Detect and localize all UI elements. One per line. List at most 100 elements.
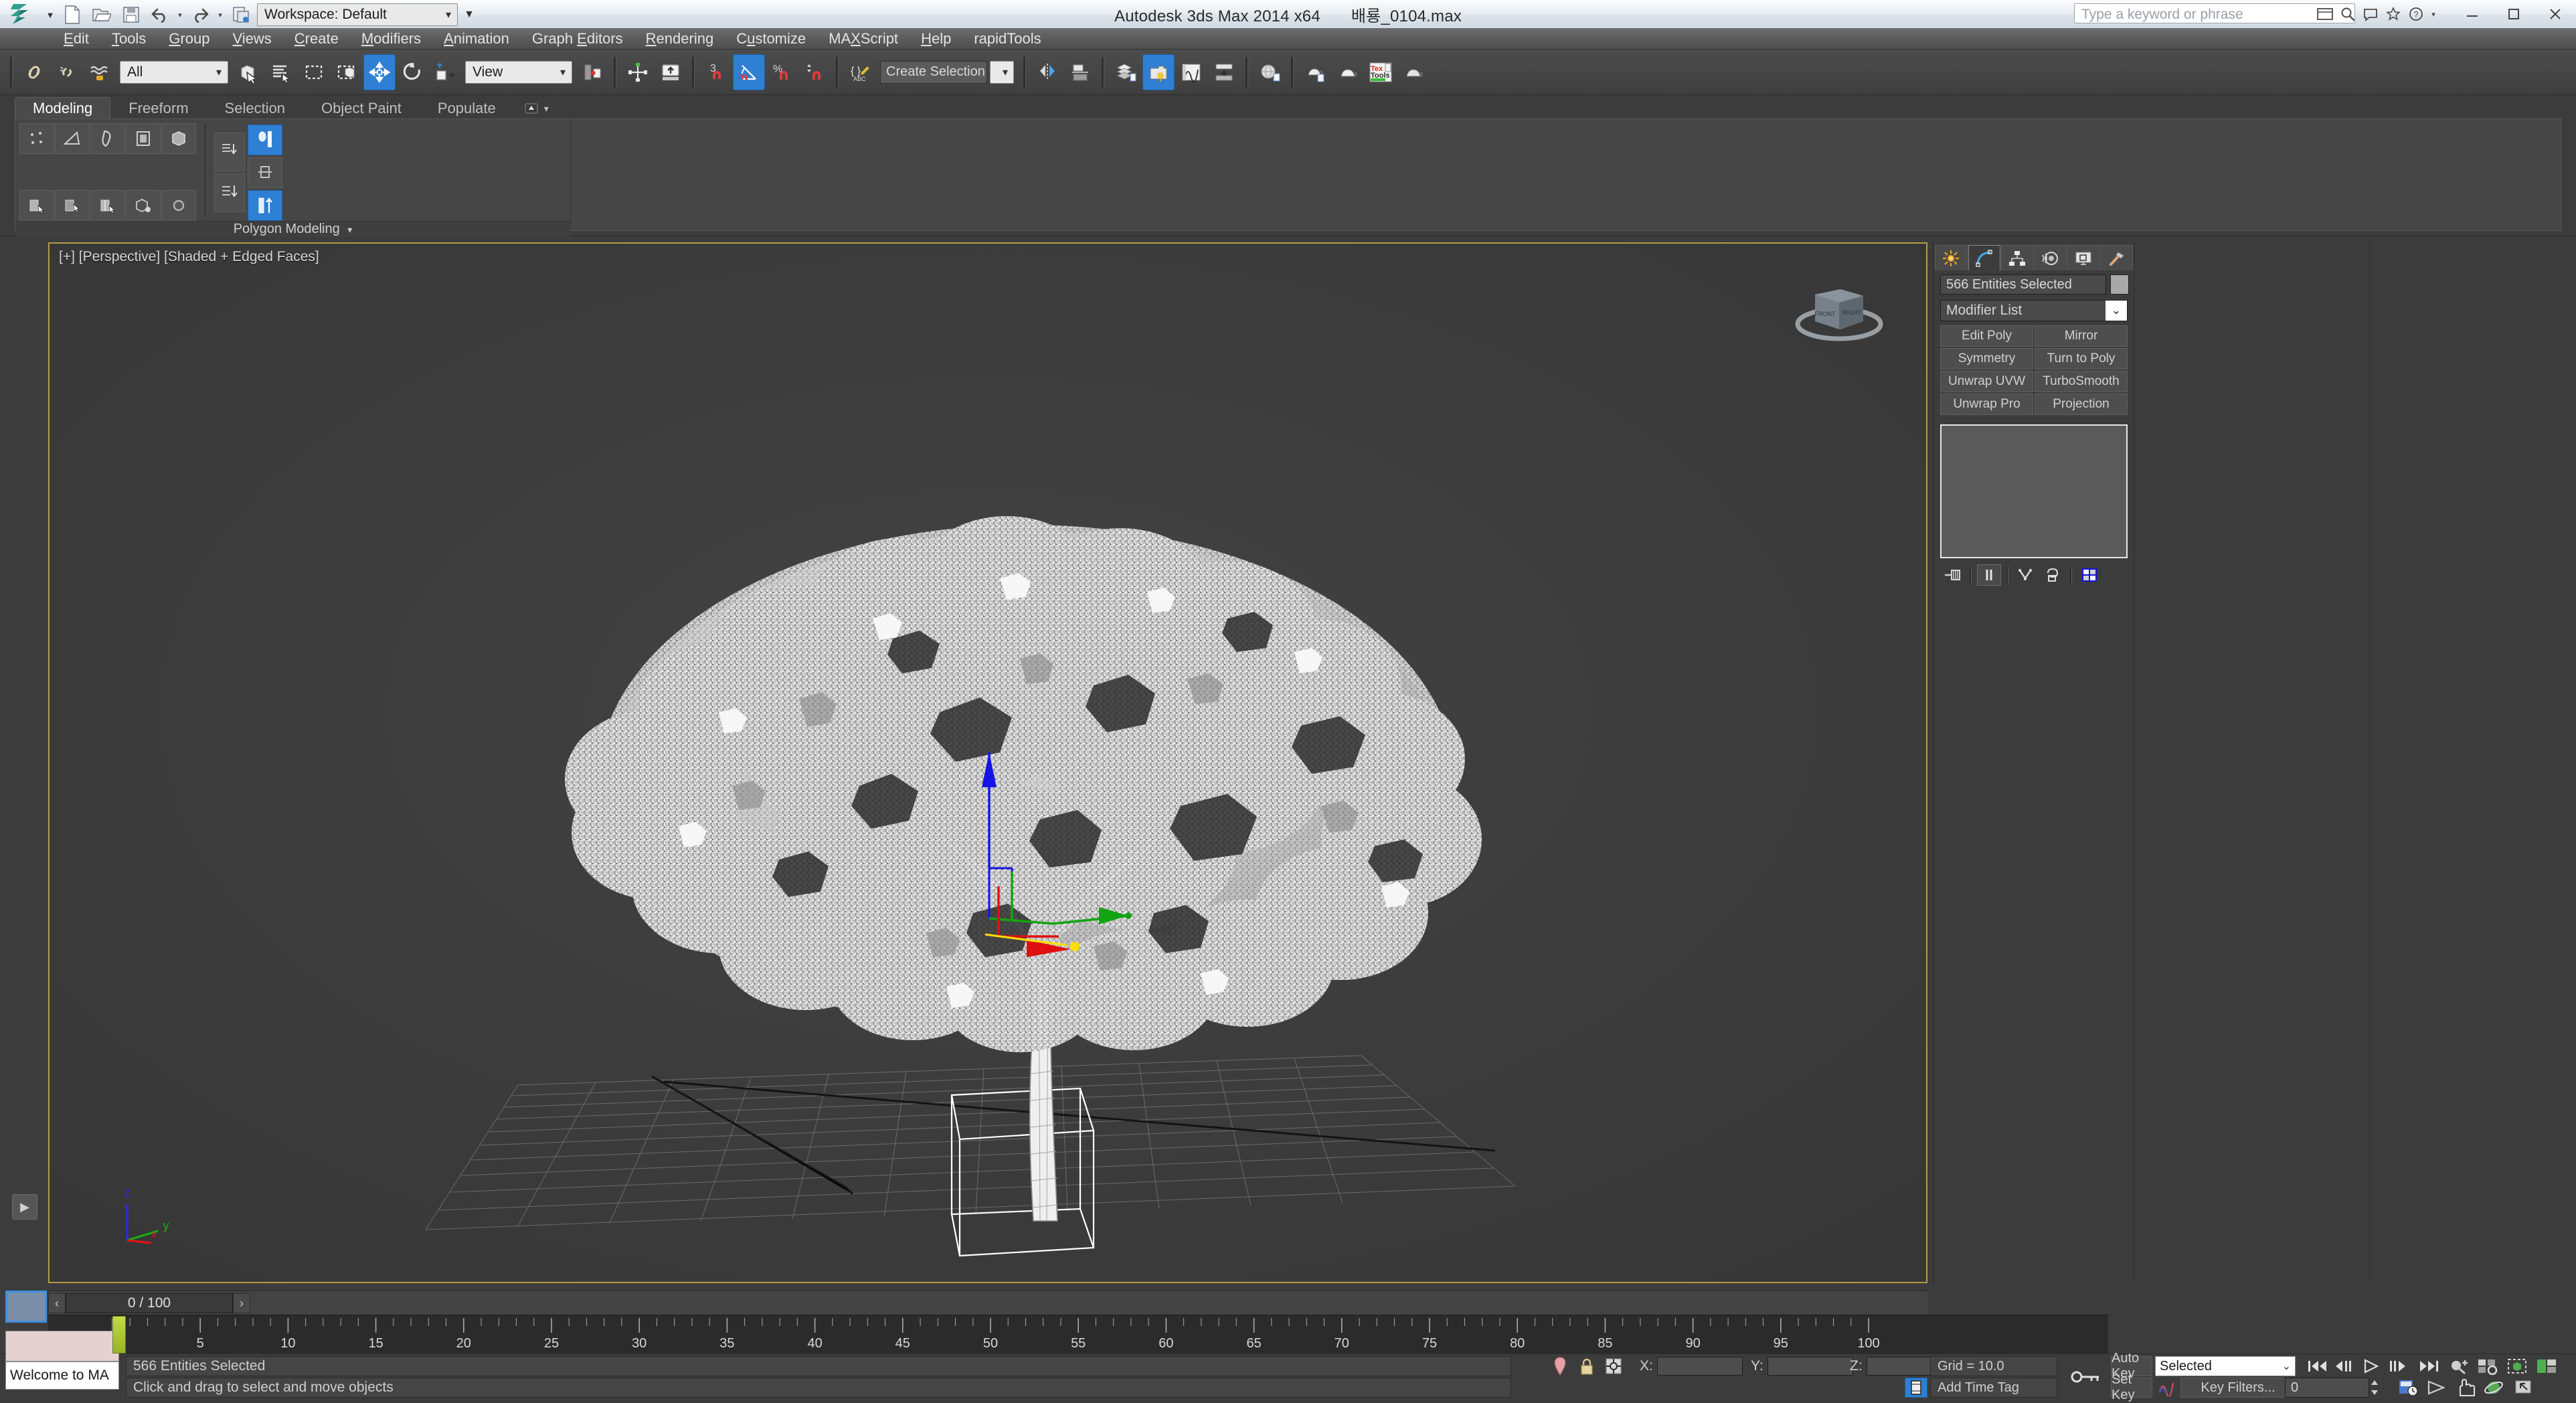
full-interactivity-icon[interactable] [248, 125, 282, 155]
select-and-move-icon[interactable] [363, 54, 396, 90]
ribbon-tab-populate[interactable]: Populate [420, 97, 514, 119]
align-icon[interactable] [1064, 54, 1096, 90]
create-tab[interactable] [1935, 245, 1968, 270]
rectangular-selection-region-icon[interactable] [298, 54, 330, 90]
border-subobject-icon[interactable] [90, 123, 125, 154]
next-frame-arrow[interactable]: › [233, 1293, 250, 1313]
current-frame-display[interactable]: 0 / 100 [66, 1293, 233, 1313]
modifier-button-mirror[interactable]: Mirror [2035, 325, 2128, 347]
favorites-star-icon[interactable] [2383, 4, 2404, 24]
zoom-extents-all-icon[interactable] [2534, 1356, 2559, 1376]
maxscript-mini-listener-pink[interactable] [5, 1331, 119, 1361]
menu-item-maxscript[interactable]: MAXScript [817, 28, 910, 50]
swift-loop-icon[interactable] [90, 190, 125, 221]
time-slider-handle[interactable] [112, 1316, 126, 1353]
unlink-selection-icon[interactable] [51, 54, 83, 90]
prev-frame-arrow[interactable]: ‹ [48, 1293, 66, 1313]
edit-named-selection-sets-icon[interactable]: { } ABC [844, 54, 876, 90]
select-by-name-icon[interactable] [265, 54, 297, 90]
select-and-scale-icon[interactable] [429, 54, 461, 90]
modifier-button-turbosmooth[interactable]: TurboSmooth [2035, 371, 2128, 392]
autodesk-360-icon[interactable] [2314, 4, 2336, 24]
close-button[interactable] [2535, 0, 2576, 28]
edge-subobject-icon[interactable] [55, 123, 90, 154]
show-end-result-icon[interactable] [1977, 564, 2001, 586]
maxscript-mini-listener[interactable]: Welcome to MA [5, 1361, 119, 1390]
expand-panel-button[interactable]: ▶ [12, 1194, 37, 1220]
modifier-button-symmetry[interactable]: Symmetry [1940, 348, 2033, 369]
coord-y-field[interactable] [1767, 1357, 1853, 1376]
modifier-stack-list[interactable] [1940, 424, 2128, 558]
help-icon[interactable]: ? [2405, 4, 2427, 24]
motion-tab[interactable] [2034, 245, 2067, 270]
menu-item-modifiers[interactable]: Modifiers [350, 28, 432, 50]
snaps-toggle-icon[interactable]: 3 [700, 54, 732, 90]
set-key-filter-curve-icon[interactable] [2155, 1378, 2180, 1398]
help-dropdown-arrow[interactable]: ▾ [2428, 4, 2439, 24]
make-unique-icon[interactable] [2014, 564, 2038, 586]
hierarchy-tab[interactable] [2001, 245, 2034, 270]
paint-connect-icon[interactable] [126, 190, 161, 221]
percent-snap-toggle-icon[interactable]: % [766, 54, 798, 90]
keyboard-shortcut-override-icon[interactable] [655, 54, 687, 90]
viewport-layout-swatch[interactable] [5, 1291, 47, 1323]
modifier-button-edit-poly[interactable]: Edit Poly [1940, 325, 2033, 347]
preserve-uvs-icon[interactable] [248, 190, 282, 221]
search-input[interactable]: Type a keyword or phrase [2074, 3, 2355, 23]
menu-item-edit[interactable]: EEditdit [52, 28, 100, 50]
menu-item-animation[interactable]: Animation [432, 28, 521, 50]
use-pivot-point-center-icon[interactable] [576, 54, 608, 90]
ribbon-tab-freeform[interactable]: Freeform [110, 97, 206, 119]
perspective-viewport[interactable]: [+] [Perspective] [Shaded + Edged Faces] [48, 242, 1927, 1283]
selection-lock-icon[interactable] [1577, 1356, 1597, 1376]
menu-item-create[interactable]: Create [283, 28, 350, 50]
zoom-all-icon[interactable] [2475, 1356, 2500, 1376]
menu-item-views[interactable]: Views [221, 28, 282, 50]
select-and-manipulate-icon[interactable] [622, 54, 654, 90]
menu-item-tools[interactable]: Tools [100, 28, 157, 50]
select-and-rotate-icon[interactable] [396, 54, 428, 90]
menu-item-graph-editors[interactable]: Graph Editors [521, 28, 634, 50]
toolbar-grip[interactable] [10, 56, 13, 88]
mirror-icon[interactable] [1031, 54, 1063, 90]
coord-x-field[interactable] [1656, 1357, 1743, 1376]
goto-end-icon[interactable] [2416, 1356, 2441, 1376]
maximize-button[interactable] [2493, 0, 2535, 28]
next-frame-icon[interactable] [2385, 1356, 2411, 1376]
collapse-stack-icon[interactable] [214, 133, 245, 171]
frame-number-field[interactable]: 0 [2285, 1378, 2369, 1398]
menu-item-customize[interactable]: Customize [725, 28, 817, 50]
spinner-snap-toggle-icon[interactable] [798, 54, 831, 90]
ribbon-options-button[interactable]: ▾ [514, 97, 559, 119]
angle-snap-toggle-icon[interactable] [733, 54, 765, 90]
timeline-ruler[interactable]: 5 10 15 20 25 30 35 40 45 50 55 60 65 70 75 80 85 90 95 100 [48, 1315, 2108, 1354]
view-cube[interactable]: FRONT RIGHT [1786, 272, 1893, 347]
render-setup-icon[interactable] [1254, 54, 1286, 90]
key-mode-selector[interactable]: Selected ⌄ [2155, 1356, 2296, 1376]
constraint-icon[interactable] [248, 157, 282, 188]
nurms-toggle-icon[interactable] [161, 190, 196, 221]
object-name-field[interactable]: 566 Entities Selected [1940, 274, 2106, 295]
object-color-swatch[interactable] [2110, 274, 2129, 295]
modifier-button-unwrap-uvw[interactable]: Unwrap UVW [1940, 371, 2033, 392]
ribbon-tab-selection[interactable]: Selection [207, 97, 304, 119]
element-subobject-icon[interactable] [161, 123, 196, 154]
pan-view-icon[interactable] [2452, 1378, 2478, 1398]
polygon-subobject-icon[interactable] [126, 123, 161, 154]
time-tag-icon[interactable] [1905, 1378, 1927, 1398]
curve-editor-icon[interactable] [1175, 54, 1207, 90]
viewport-label[interactable]: [+] [Perspective] [Shaded + Edged Faces] [59, 249, 319, 265]
menu-item-group[interactable]: Group [157, 28, 221, 50]
frame-spinner[interactable] [2369, 1378, 2380, 1398]
generate-topology-icon[interactable] [19, 190, 54, 221]
tex-tools-icon[interactable]: Tex Tools [1365, 54, 1397, 90]
key-mode-icon[interactable] [2065, 1356, 2107, 1398]
display-tab[interactable] [2067, 245, 2100, 270]
goto-start-icon[interactable] [2305, 1356, 2330, 1376]
minimize-button[interactable] [2452, 0, 2493, 28]
configure-modifier-sets-icon[interactable] [2077, 564, 2101, 586]
utilities-tab[interactable] [2100, 245, 2133, 270]
rendered-frame-window-icon[interactable] [1299, 54, 1331, 90]
add-time-tag-button[interactable]: Add Time Tag [1930, 1378, 2057, 1398]
reference-coordinate-system-dropdown[interactable]: View ▾ [465, 60, 572, 84]
